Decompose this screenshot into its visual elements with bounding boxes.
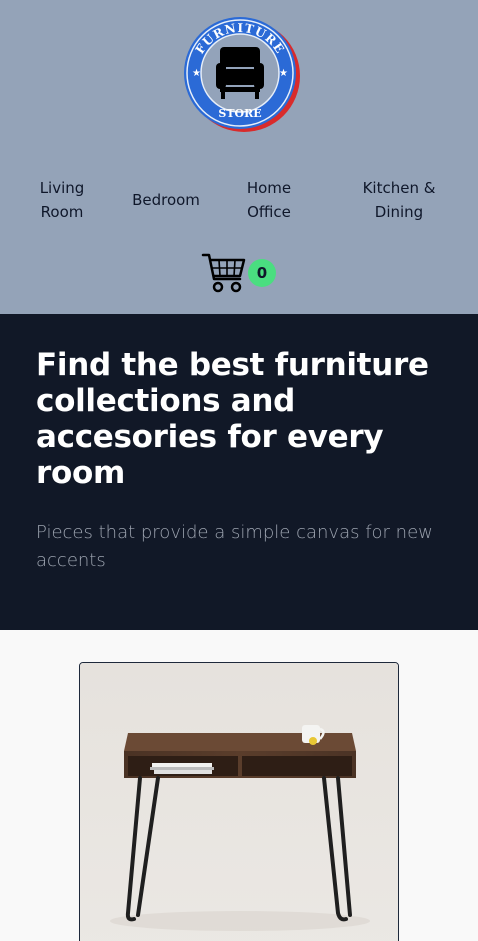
nav-home-office-line2: Office (247, 203, 291, 221)
nav-kitchen-dining[interactable]: Kitchen & Dining (349, 176, 449, 224)
product-card[interactable] (79, 662, 399, 941)
nav-living-room-line1: Living (39, 179, 85, 197)
cart-count-badge: 0 (248, 259, 276, 287)
desk-product-image (80, 663, 398, 941)
nav-home-office[interactable]: Home Office (229, 176, 309, 224)
armchair-icon (216, 47, 264, 99)
hero-title: Find the best furniture collections and … (36, 347, 429, 491)
svg-text:★: ★ (279, 68, 288, 79)
logo-badge-icon: FURNITURE ★ ★ STORE (184, 17, 300, 132)
store-logo[interactable]: FURNITURE ★ ★ STORE (180, 13, 302, 135)
hero-subtitle: Pieces that provide a simple canvas for … (36, 522, 433, 571)
nav-kitchen-dining-line1: Kitchen & (362, 179, 436, 197)
nav-home-office-line1: Home (246, 179, 292, 197)
nav-kitchen-dining-line2: Dining (374, 203, 424, 221)
hero-section: Find the best furniture collections and … (0, 314, 478, 630)
svg-text:★: ★ (192, 68, 201, 79)
shopping-cart-icon (201, 253, 246, 293)
logo-bottom-text: STORE (218, 107, 261, 120)
cart-button[interactable] (201, 252, 247, 294)
site-header: FURNITURE ★ ★ STORE Living Room Bedroom … (0, 0, 478, 314)
nav-bedroom-label: Bedroom (132, 191, 200, 209)
nav-living-room-line2: Room (40, 203, 84, 221)
nav-bedroom[interactable]: Bedroom (120, 188, 212, 212)
nav-living-room[interactable]: Living Room (22, 176, 102, 224)
